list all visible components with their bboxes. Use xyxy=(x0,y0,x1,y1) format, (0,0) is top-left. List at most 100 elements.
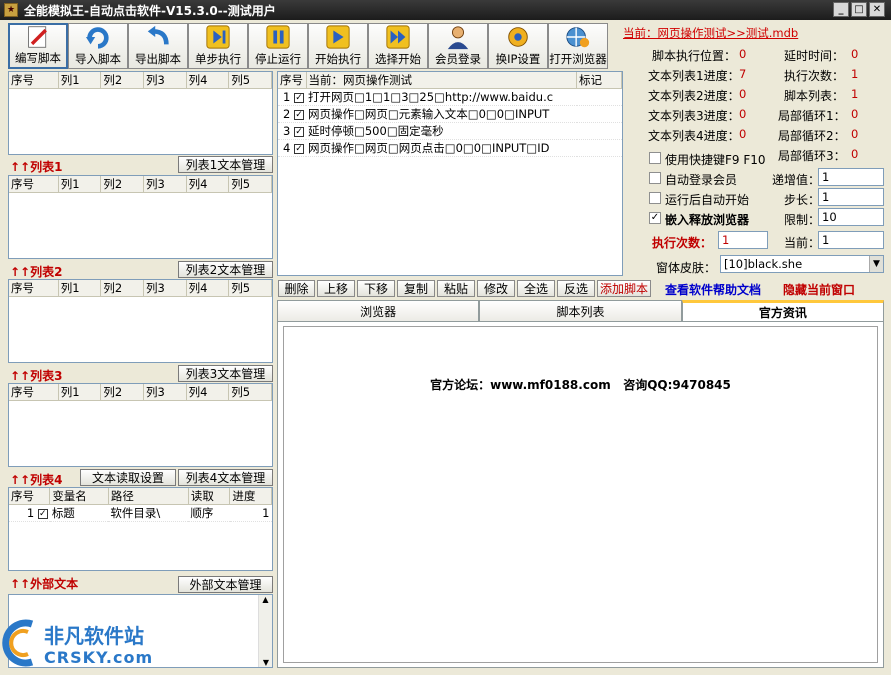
table-row[interactable]: 1 ✓ 打开网页□1□1□3□25□http://www.baidu.c xyxy=(278,88,622,106)
hotkey-checkbox[interactable] xyxy=(649,152,661,164)
list3-text-manage-button[interactable]: 列表3文本管理 xyxy=(178,365,273,382)
move-down-button[interactable]: 下移 xyxy=(357,280,395,297)
table-row[interactable]: 3 ✓ 延时停顿□500□固定毫秒 xyxy=(278,122,622,140)
text-read-settings-button[interactable]: 文本读取设置 xyxy=(80,469,176,486)
col-header[interactable]: 序号 xyxy=(278,72,307,89)
col-header[interactable]: 列3 xyxy=(143,280,187,297)
row-checkbox[interactable]: ✓ xyxy=(37,508,48,519)
maximize-button[interactable]: □ xyxy=(851,2,867,17)
browser-icon xyxy=(566,27,590,48)
col-header[interactable]: 标记 xyxy=(576,72,622,89)
list-1-table[interactable]: 序号 列1 列2 列3 列4 列5 xyxy=(8,175,273,259)
col-header[interactable]: 变量名 xyxy=(49,488,109,505)
delete-button[interactable]: 删除 xyxy=(278,280,315,297)
paste-button[interactable]: 粘贴 xyxy=(437,280,475,297)
ip-settings-button[interactable]: 换IP设置 xyxy=(488,23,548,69)
external-text-manage-button[interactable]: 外部文本管理 xyxy=(178,576,273,593)
increment-input[interactable]: 1 xyxy=(818,168,884,186)
exec-times-input[interactable]: 1 xyxy=(718,231,768,249)
col-header[interactable]: 序号 xyxy=(9,280,59,297)
list4-text-manage-button[interactable]: 列表4文本管理 xyxy=(178,469,273,486)
col-header[interactable]: 列3 xyxy=(143,384,187,401)
col-header[interactable]: 读取 xyxy=(188,488,231,505)
start-run-button[interactable]: 开始执行 xyxy=(308,23,368,69)
open-browser-button[interactable]: 打开浏览器 xyxy=(548,23,608,69)
list-2-table[interactable]: 序号 列1 列2 列3 列4 列5 xyxy=(8,279,273,363)
auto-start-checkbox[interactable] xyxy=(649,192,661,204)
list-3-table[interactable]: 序号 列1 列2 列3 列4 列5 xyxy=(8,383,273,467)
member-login-button[interactable]: 会员登录 xyxy=(428,23,488,69)
add-script-button[interactable]: 添加脚本 xyxy=(597,280,651,297)
limit-input[interactable]: 10 xyxy=(818,208,884,226)
row-checkbox[interactable]: ✓ xyxy=(294,92,304,103)
col-header[interactable]: 当前：网页操作测试 xyxy=(306,72,577,89)
close-button[interactable]: ✕ xyxy=(869,2,885,17)
tab-script-list[interactable]: 脚本列表 xyxy=(479,300,682,321)
variable-table[interactable]: 序号 变量名 路径 读取 进度 1 ✓ 标题 软件目录\ 顺序 1 xyxy=(8,487,273,571)
col-header[interactable]: 列2 xyxy=(100,280,144,297)
auto-login-checkbox[interactable] xyxy=(649,172,661,184)
pause-icon xyxy=(266,25,290,49)
move-up-button[interactable]: 上移 xyxy=(317,280,355,297)
tab-browser[interactable]: 浏览器 xyxy=(277,300,480,321)
current-database-link[interactable]: 当前：网页操作测试>>测试.mdb xyxy=(623,25,798,41)
row-checkbox[interactable]: ✓ xyxy=(294,143,304,154)
table-row[interactable]: 1 ✓ 标题 软件目录\ 顺序 1 xyxy=(9,504,272,522)
col-header[interactable]: 列4 xyxy=(186,72,230,89)
col-header[interactable]: 列2 xyxy=(100,176,144,193)
col-header[interactable]: 列2 xyxy=(100,72,144,89)
hide-window-link[interactable]: 隐藏当前窗口 xyxy=(783,281,855,298)
app-icon: ★ xyxy=(4,3,18,17)
col-header[interactable]: 列5 xyxy=(228,176,272,193)
table-row[interactable]: 4 ✓ 网页操作□网页□网页点击□0□0□INPUT□ID xyxy=(278,139,622,157)
stop-run-button[interactable]: 停止运行 xyxy=(248,23,308,69)
col-header[interactable]: 列5 xyxy=(228,384,272,401)
col-header[interactable]: 进度 xyxy=(229,488,272,505)
edit-script-button[interactable]: 编写脚本 xyxy=(8,23,68,69)
col-header[interactable]: 列1 xyxy=(58,280,102,297)
minimize-button[interactable]: _ xyxy=(833,2,849,17)
col-header[interactable]: 序号 xyxy=(9,384,59,401)
col-header[interactable]: 列3 xyxy=(143,72,187,89)
row-checkbox[interactable]: ✓ xyxy=(294,126,304,137)
modify-button[interactable]: 修改 xyxy=(477,280,515,297)
chevron-down-icon[interactable]: ▼ xyxy=(869,256,883,272)
user-icon xyxy=(447,26,469,50)
col-header[interactable]: 列1 xyxy=(58,384,102,401)
col-header[interactable]: 列4 xyxy=(186,384,230,401)
script-table[interactable]: 序号 当前：网页操作测试 标记 1 ✓ 打开网页□1□1□3□25□http:/… xyxy=(277,71,623,276)
select-all-button[interactable]: 全选 xyxy=(517,280,555,297)
col-header[interactable]: 列5 xyxy=(228,280,272,297)
col-header[interactable]: 列3 xyxy=(143,176,187,193)
hotkey-label: 使用快捷键F9 F10 xyxy=(665,153,766,167)
col-header[interactable]: 列2 xyxy=(100,384,144,401)
skin-select[interactable]: [10]black.she ▼ xyxy=(720,255,884,273)
export-script-button[interactable]: 导出脚本 xyxy=(128,23,188,69)
list3-label: ↑↑列表3 xyxy=(10,369,63,383)
embed-browser-checkbox[interactable]: ✓ xyxy=(649,212,661,224)
col-header[interactable]: 列1 xyxy=(58,176,102,193)
col-header[interactable]: 序号 xyxy=(9,72,59,89)
row-checkbox[interactable]: ✓ xyxy=(294,109,304,120)
current-input[interactable]: 1 xyxy=(818,231,884,249)
step-input[interactable]: 1 xyxy=(818,188,884,206)
list1-text-manage-button[interactable]: 列表1文本管理 xyxy=(178,156,273,173)
select-start-button[interactable]: 选择开始 xyxy=(368,23,428,69)
col-header[interactable]: 序号 xyxy=(9,176,59,193)
invert-select-button[interactable]: 反选 xyxy=(557,280,595,297)
col-header[interactable]: 列1 xyxy=(58,72,102,89)
step-run-button[interactable]: 单步执行 xyxy=(188,23,248,69)
table-row[interactable]: 2 ✓ 网页操作□网页□元素输入文本□0□0□INPUT xyxy=(278,105,622,123)
list2-text-manage-button[interactable]: 列表2文本管理 xyxy=(178,261,273,278)
list-0-table[interactable]: 序号 列1 列2 列3 列4 列5 xyxy=(8,71,273,155)
copy-button[interactable]: 复制 xyxy=(397,280,435,297)
col-header[interactable]: 列5 xyxy=(228,72,272,89)
scrollbar[interactable]: ▲ ▼ xyxy=(258,595,272,667)
col-header[interactable]: 列4 xyxy=(186,176,230,193)
col-header[interactable]: 序号 xyxy=(9,488,51,505)
help-docs-link[interactable]: 查看软件帮助文档 xyxy=(665,281,761,298)
col-header[interactable]: 列4 xyxy=(186,280,230,297)
col-header[interactable]: 路径 xyxy=(108,488,189,505)
import-script-button[interactable]: 导入脚本 xyxy=(68,23,128,69)
tab-official-news[interactable]: 官方资讯 xyxy=(681,300,884,321)
